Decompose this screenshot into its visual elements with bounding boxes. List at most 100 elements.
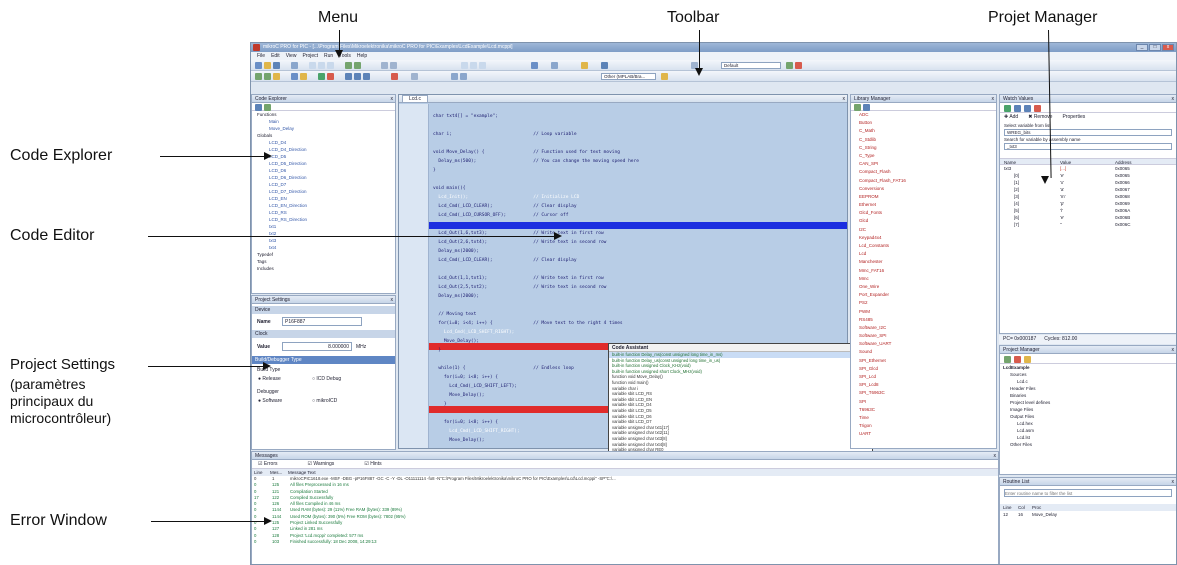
tree-item[interactable]: Move_Delay	[255, 125, 395, 132]
project-tree-item[interactable]: Output Files	[1000, 413, 1176, 420]
config-select[interactable]: Default	[721, 62, 781, 69]
project-tree-item[interactable]: Lcd.asm	[1000, 427, 1176, 434]
library-item[interactable]: Compact_Flash_FAT16	[859, 177, 996, 185]
library-item[interactable]: Lcd	[859, 250, 996, 258]
watch-row[interactable]: [3] 'm' 0x0068	[1000, 193, 1176, 200]
variable-search-input[interactable]: _txt3	[1004, 143, 1172, 150]
tree-item[interactable]: Main	[255, 118, 395, 125]
clock-value-input[interactable]: 8.000000	[282, 342, 352, 351]
library-item[interactable]: Keypad4x4	[859, 234, 996, 242]
run-icon[interactable]	[1004, 105, 1011, 112]
library-item[interactable]: Software_SPI	[859, 332, 996, 340]
library-item[interactable]: EEPROM	[859, 193, 996, 201]
library-item[interactable]: SPI	[859, 398, 996, 406]
bookmark-icon[interactable]	[531, 62, 538, 69]
redo-icon[interactable]	[354, 62, 361, 69]
routine-row[interactable]: 12 16 Move_Delay	[1000, 511, 1176, 518]
library-item[interactable]: CAN_SPI	[859, 160, 996, 168]
tree-item[interactable]: Typedef	[255, 251, 395, 258]
tree-item[interactable]: Includes	[255, 265, 395, 272]
menu-project[interactable]: Project	[302, 52, 318, 60]
message-row[interactable]: 0 103 Finished successfully: 18 Dec 2008, …	[252, 539, 998, 545]
library-item[interactable]: Lcd_Constants	[859, 242, 996, 250]
watch-row[interactable]: [0]'e' 0x0065	[1000, 172, 1176, 179]
close-icon[interactable]: x	[843, 95, 846, 103]
window-icon[interactable]	[601, 62, 608, 69]
software-radio[interactable]: ● Software	[258, 398, 282, 404]
library-item[interactable]: Ethernet	[859, 201, 996, 209]
library-item[interactable]: UART	[859, 430, 996, 438]
tree-item[interactable]: LCD_EN	[255, 195, 395, 202]
library-item[interactable]: SPI_Lcd	[859, 373, 996, 381]
library-item[interactable]: SPI_Lcd8	[859, 381, 996, 389]
library-item[interactable]: Port_Expander	[859, 291, 996, 299]
library-item[interactable]: C_Type	[859, 152, 996, 160]
close-icon[interactable]: x	[391, 296, 394, 304]
hints-checkbox[interactable]: ☑ Hints	[364, 460, 381, 468]
library-item[interactable]: Mmc_FAT16	[859, 267, 996, 275]
indent-icon[interactable]	[461, 62, 468, 69]
tree-item[interactable]: txt1	[255, 223, 395, 230]
tree-item[interactable]: LCD_D6_Direction	[255, 174, 395, 181]
stop-icon[interactable]	[1034, 105, 1041, 112]
program-icon[interactable]	[273, 73, 280, 80]
watch-row[interactable]: [4] 'p' 0x0069	[1000, 200, 1176, 207]
delete-layout-icon[interactable]	[795, 62, 802, 69]
library-item[interactable]: SPI_T6963C	[859, 389, 996, 397]
close-icon[interactable]: x	[994, 452, 997, 460]
tree-item[interactable]: LCD_EN_Direction	[255, 202, 395, 209]
project-new-icon[interactable]	[291, 73, 298, 80]
library-item[interactable]: Conversions	[859, 185, 996, 193]
project-tree-item[interactable]: Other Files	[1000, 441, 1176, 448]
warnings-checkbox[interactable]: ☑ Warnings	[308, 460, 335, 468]
usart-terminal-icon[interactable]	[451, 73, 458, 80]
build-all-icon[interactable]	[264, 73, 271, 80]
menu-file[interactable]: File	[257, 52, 265, 60]
tree-item[interactable]: Tags	[255, 258, 395, 265]
library-item[interactable]: Sound	[859, 348, 996, 356]
library-item[interactable]: Trigon	[859, 422, 996, 430]
watch-row[interactable]: [7] '' 0x006C	[1000, 221, 1176, 228]
watch-row[interactable]: [5] 'l' 0x006A	[1000, 207, 1176, 214]
routine-filter-input[interactable]	[1004, 489, 1172, 497]
library-item[interactable]: Time	[859, 414, 996, 422]
library-item[interactable]: Manchester	[859, 258, 996, 266]
ascii-chart-icon[interactable]	[460, 73, 467, 80]
mikroicd-radio[interactable]: ○ mikroICD	[312, 398, 337, 404]
open-file-icon[interactable]	[264, 62, 271, 69]
sort-icon[interactable]	[255, 104, 262, 111]
tree-item[interactable]: txt3	[255, 237, 395, 244]
tree-item[interactable]: LCD_D7_Direction	[255, 188, 395, 195]
library-item[interactable]: C_Stdlib	[859, 136, 996, 144]
tree-item[interactable]: LCD_D7	[255, 181, 395, 188]
menu-run[interactable]: Run	[324, 52, 333, 60]
tree-item[interactable]: LCD_RS	[255, 209, 395, 216]
library-item[interactable]: Button	[859, 119, 996, 127]
close-icon[interactable]: x	[391, 95, 394, 103]
watch-row[interactable]: [6] 'e' 0x006B	[1000, 214, 1176, 221]
minimize-button[interactable]: _	[1136, 44, 1148, 51]
step-over-icon[interactable]	[1024, 105, 1031, 112]
check-all-icon[interactable]	[854, 104, 861, 111]
library-item[interactable]: PWM	[859, 308, 996, 316]
library-item[interactable]: SPI_Glcd	[859, 365, 996, 373]
step-into-icon[interactable]	[345, 73, 352, 80]
library-item[interactable]: SPI_Ethernet	[859, 357, 996, 365]
save-layout-icon[interactable]	[786, 62, 793, 69]
icd-debug-radio[interactable]: ○ ICD Debug	[312, 376, 341, 382]
project-tree-item[interactable]: Lcd.lst	[1000, 434, 1176, 441]
close-icon[interactable]: x	[1172, 478, 1175, 486]
menu-edit[interactable]: Edit	[271, 52, 280, 60]
tree-item[interactable]: LCD_D4	[255, 139, 395, 146]
step-out-icon[interactable]	[363, 73, 370, 80]
stop-debug-icon[interactable]	[327, 73, 334, 80]
breakpoint-icon[interactable]	[391, 73, 398, 80]
errors-checkbox[interactable]: ☑ Errors	[258, 460, 278, 468]
close-icon[interactable]: x	[1172, 346, 1175, 354]
library-item[interactable]: Glcd_Fonts	[859, 209, 996, 217]
options-icon[interactable]	[581, 62, 588, 69]
open-folder-icon[interactable]	[1024, 356, 1031, 363]
project-tree-item[interactable]: Lcd.hex	[1000, 420, 1176, 427]
properties-button[interactable]: Properties	[1062, 113, 1085, 122]
watch-row[interactable]: [1] 'x' 0x0066	[1000, 179, 1176, 186]
